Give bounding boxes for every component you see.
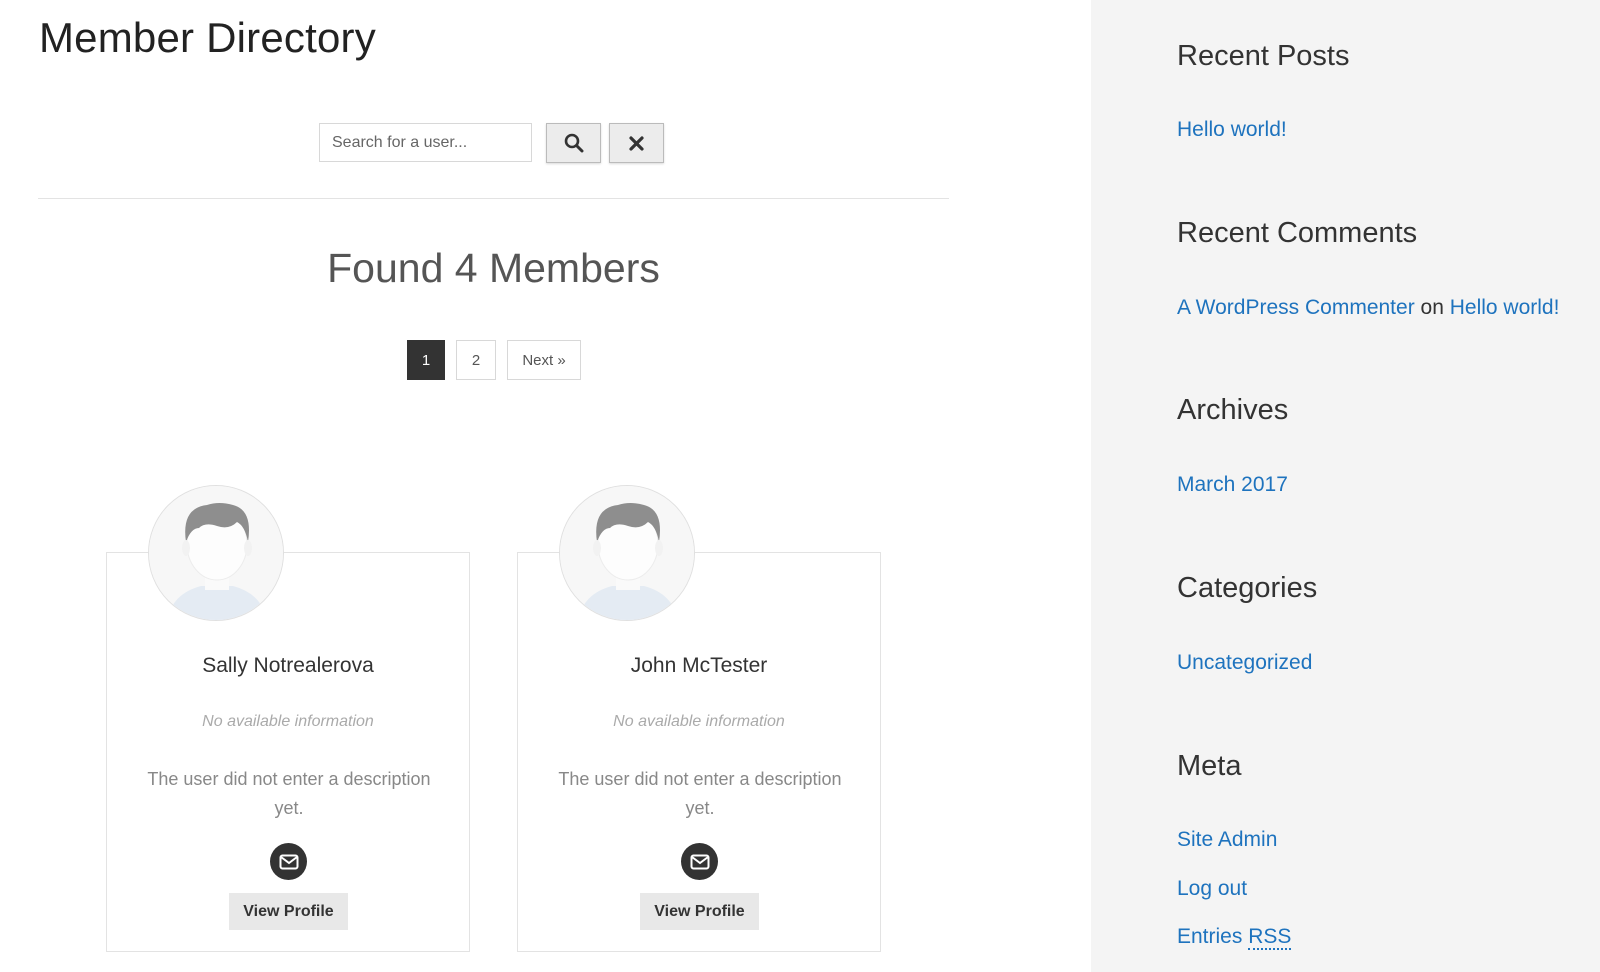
- entries-rss-link[interactable]: Entries RSS: [1177, 925, 1292, 950]
- category-item: Uncategorized: [1177, 651, 1312, 675]
- member-description: The user did not enter a description yet…: [558, 769, 842, 818]
- comment-connector: on: [1420, 296, 1444, 319]
- member-card: John McTester No available information T…: [517, 485, 881, 952]
- view-profile-button[interactable]: View Profile: [640, 893, 759, 930]
- member-card: Sally Notrealerova No available informat…: [106, 485, 470, 952]
- default-avatar-icon[interactable]: [559, 485, 695, 621]
- envelope-icon: [690, 854, 709, 869]
- category-link[interactable]: Uncategorized: [1177, 651, 1312, 674]
- widget-title-categories: Categories: [1177, 572, 1318, 604]
- member-name[interactable]: Sally Notrealerova: [107, 654, 469, 678]
- search-icon: [564, 133, 583, 153]
- recent-post-item: Hello world!: [1177, 118, 1287, 142]
- close-icon: [629, 135, 644, 151]
- view-profile-button[interactable]: View Profile: [229, 893, 348, 930]
- send-message-button[interactable]: [681, 843, 718, 880]
- meta-item: Site Admin: [1177, 828, 1277, 852]
- recent-post-link[interactable]: Hello world!: [1177, 118, 1287, 141]
- widget-title-recent-posts: Recent Posts: [1177, 40, 1350, 72]
- search-button[interactable]: [546, 123, 601, 163]
- widget-title-recent-comments: Recent Comments: [1177, 217, 1418, 249]
- pagination-next[interactable]: Next »: [507, 340, 581, 380]
- envelope-icon: [279, 854, 298, 869]
- member-info: No available information: [613, 713, 785, 730]
- comment-author-link[interactable]: A WordPress Commenter: [1177, 296, 1415, 319]
- send-message-button[interactable]: [270, 843, 307, 880]
- archive-item: March 2017: [1177, 473, 1288, 497]
- divider: [38, 198, 949, 199]
- meta-item: Entries RSS: [1177, 925, 1292, 950]
- archive-link[interactable]: March 2017: [1177, 473, 1288, 496]
- widget-title-archives: Archives: [1177, 394, 1289, 426]
- entries-rss-prefix: Entries: [1177, 925, 1243, 948]
- found-members-count: Found 4 Members: [327, 245, 660, 291]
- rss-abbr: RSS: [1248, 925, 1292, 950]
- member-name[interactable]: John McTester: [518, 654, 880, 678]
- default-avatar-icon[interactable]: [148, 485, 284, 621]
- clear-search-button[interactable]: [609, 123, 664, 163]
- site-admin-link[interactable]: Site Admin: [1177, 828, 1277, 851]
- search-input[interactable]: [319, 123, 532, 162]
- pagination-page-2[interactable]: 2: [456, 340, 496, 380]
- widget-title-meta: Meta: [1177, 750, 1242, 782]
- comment-post-link[interactable]: Hello world!: [1450, 296, 1560, 319]
- meta-item: Log out: [1177, 877, 1247, 901]
- pagination-page-1[interactable]: 1: [407, 340, 445, 380]
- member-info: No available information: [202, 713, 374, 730]
- page-title: Member Directory: [39, 14, 376, 61]
- recent-comment-item: A WordPress Commenter on Hello world!: [1177, 296, 1559, 320]
- sidebar: [1091, 0, 1600, 972]
- member-description: The user did not enter a description yet…: [147, 769, 431, 818]
- log-out-link[interactable]: Log out: [1177, 877, 1247, 900]
- main-content: Member Directory Found 4 Members 1 2 Nex…: [0, 0, 1091, 972]
